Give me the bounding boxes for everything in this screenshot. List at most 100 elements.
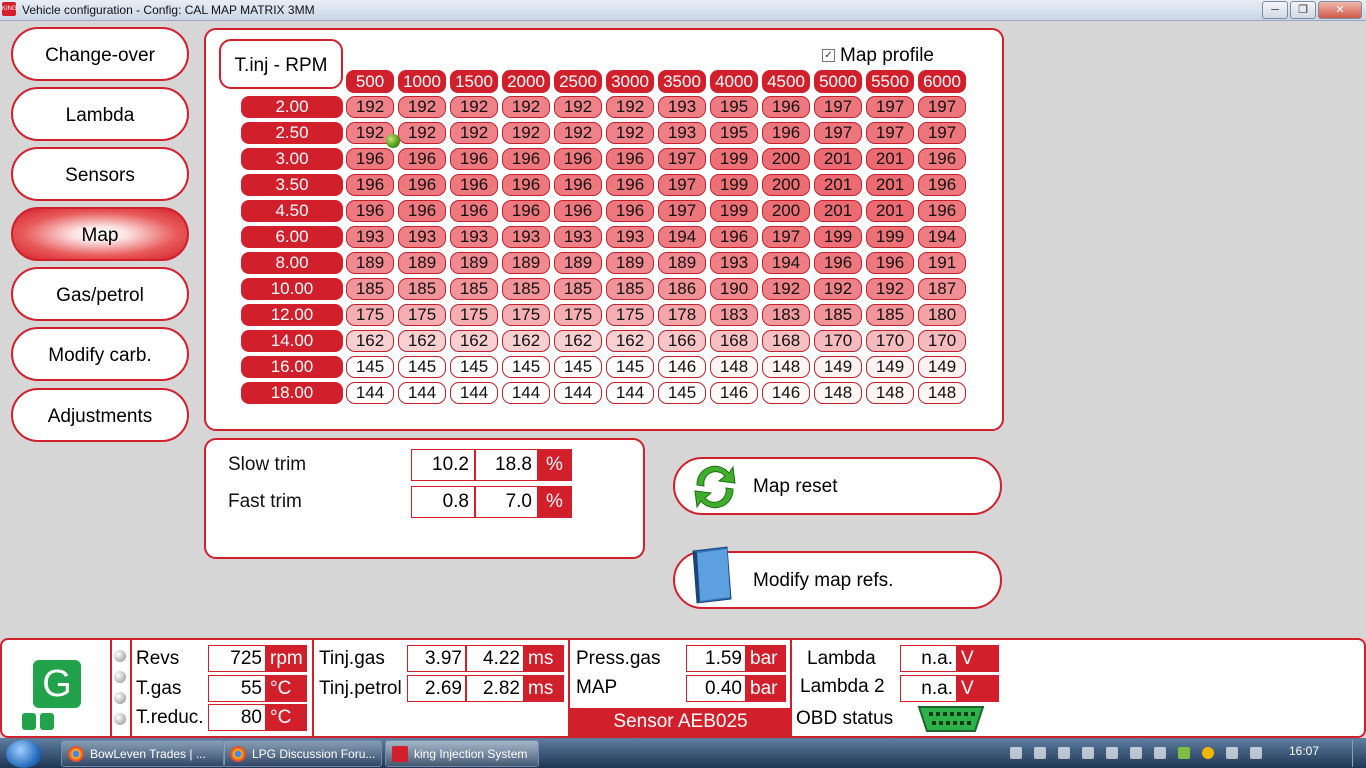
map-cell[interactable]: 183 xyxy=(710,304,758,326)
map-cell[interactable]: 201 xyxy=(866,200,914,222)
map-cell[interactable]: 145 xyxy=(658,382,706,404)
map-cell[interactable]: 148 xyxy=(814,382,862,404)
nav-change-over-button[interactable]: Change-over xyxy=(11,27,189,81)
map-cell[interactable]: 193 xyxy=(658,122,706,144)
map-cursor-marker[interactable] xyxy=(386,134,400,148)
map-cell[interactable]: 196 xyxy=(554,200,602,222)
map-cell[interactable]: 193 xyxy=(606,226,654,248)
map-cell[interactable]: 189 xyxy=(346,252,394,274)
minimize-button[interactable]: ─ xyxy=(1262,1,1288,19)
map-cell[interactable]: 185 xyxy=(398,278,446,300)
map-cell[interactable]: 192 xyxy=(346,96,394,118)
show-desktop-button[interactable] xyxy=(1352,740,1365,767)
map-cell[interactable]: 193 xyxy=(554,226,602,248)
tray-icon[interactable] xyxy=(1058,747,1070,759)
map-cell[interactable]: 196 xyxy=(450,148,498,170)
map-cell[interactable]: 197 xyxy=(814,96,862,118)
map-cell[interactable]: 192 xyxy=(450,96,498,118)
map-cell[interactable]: 192 xyxy=(762,278,810,300)
nav-modify-carb-button[interactable]: Modify carb. xyxy=(11,327,189,381)
map-cell[interactable]: 192 xyxy=(606,122,654,144)
map-cell[interactable]: 192 xyxy=(502,122,550,144)
map-cell[interactable]: 175 xyxy=(554,304,602,326)
map-cell[interactable]: 189 xyxy=(450,252,498,274)
map-cell[interactable]: 162 xyxy=(450,330,498,352)
map-cell[interactable]: 197 xyxy=(762,226,810,248)
map-cell[interactable]: 193 xyxy=(398,226,446,248)
map-cell[interactable]: 196 xyxy=(502,148,550,170)
map-cell[interactable]: 187 xyxy=(918,278,966,300)
map-cell[interactable]: 189 xyxy=(502,252,550,274)
map-cell[interactable]: 162 xyxy=(398,330,446,352)
map-cell[interactable]: 192 xyxy=(398,122,446,144)
map-cell[interactable]: 162 xyxy=(554,330,602,352)
map-cell[interactable]: 194 xyxy=(918,226,966,248)
map-cell[interactable]: 185 xyxy=(450,278,498,300)
map-cell[interactable]: 168 xyxy=(762,330,810,352)
tray-icon[interactable] xyxy=(1034,747,1046,759)
map-cell[interactable]: 170 xyxy=(866,330,914,352)
map-cell[interactable]: 193 xyxy=(658,96,706,118)
map-cell[interactable]: 196 xyxy=(398,174,446,196)
map-cell[interactable]: 162 xyxy=(606,330,654,352)
map-cell[interactable]: 201 xyxy=(814,174,862,196)
map-cell[interactable]: 189 xyxy=(658,252,706,274)
tray-icon[interactable] xyxy=(1082,747,1094,759)
nav-sensors-button[interactable]: Sensors xyxy=(11,147,189,201)
map-cell[interactable]: 145 xyxy=(502,356,550,378)
modify-map-refs-button[interactable]: Modify map refs. xyxy=(673,546,1002,609)
map-cell[interactable]: 196 xyxy=(918,148,966,170)
map-cell[interactable]: 197 xyxy=(658,200,706,222)
map-cell[interactable]: 145 xyxy=(554,356,602,378)
map-cell[interactable]: 201 xyxy=(866,174,914,196)
map-cell[interactable]: 148 xyxy=(710,356,758,378)
map-cell[interactable]: 144 xyxy=(398,382,446,404)
map-cell[interactable]: 144 xyxy=(346,382,394,404)
map-cell[interactable]: 185 xyxy=(502,278,550,300)
map-cell[interactable]: 192 xyxy=(814,278,862,300)
map-cell[interactable]: 146 xyxy=(658,356,706,378)
tray-icon[interactable] xyxy=(1178,747,1190,759)
nav-gas-petrol-button[interactable]: Gas/petrol xyxy=(11,267,189,321)
nav-lambda-button[interactable]: Lambda xyxy=(11,87,189,141)
map-cell[interactable]: 192 xyxy=(450,122,498,144)
map-cell[interactable]: 193 xyxy=(710,252,758,274)
map-cell[interactable]: 195 xyxy=(710,122,758,144)
map-cell[interactable]: 196 xyxy=(398,200,446,222)
map-cell[interactable]: 196 xyxy=(346,200,394,222)
map-cell[interactable]: 199 xyxy=(710,148,758,170)
map-cell[interactable]: 145 xyxy=(606,356,654,378)
map-cell[interactable]: 192 xyxy=(606,96,654,118)
map-cell[interactable]: 144 xyxy=(554,382,602,404)
map-cell[interactable]: 196 xyxy=(346,148,394,170)
action-center-icon[interactable] xyxy=(1250,747,1262,759)
map-cell[interactable]: 192 xyxy=(866,278,914,300)
map-cell[interactable]: 146 xyxy=(710,382,758,404)
map-cell[interactable]: 194 xyxy=(658,226,706,248)
map-cell[interactable]: 145 xyxy=(346,356,394,378)
map-cell[interactable]: 200 xyxy=(762,174,810,196)
map-cell[interactable]: 196 xyxy=(502,174,550,196)
map-cell[interactable]: 170 xyxy=(814,330,862,352)
map-cell[interactable]: 189 xyxy=(606,252,654,274)
map-cell[interactable]: 201 xyxy=(866,148,914,170)
map-cell[interactable]: 148 xyxy=(918,382,966,404)
map-cell[interactable]: 148 xyxy=(762,356,810,378)
map-cell[interactable]: 196 xyxy=(346,174,394,196)
map-reset-button[interactable]: Map reset xyxy=(673,457,1002,515)
map-cell[interactable]: 192 xyxy=(554,122,602,144)
map-cell[interactable]: 162 xyxy=(346,330,394,352)
map-cell[interactable]: 192 xyxy=(554,96,602,118)
map-cell[interactable]: 193 xyxy=(502,226,550,248)
map-cell[interactable]: 196 xyxy=(762,122,810,144)
map-cell[interactable]: 196 xyxy=(398,148,446,170)
map-cell[interactable]: 196 xyxy=(918,174,966,196)
map-cell[interactable]: 175 xyxy=(502,304,550,326)
map-cell[interactable]: 185 xyxy=(606,278,654,300)
tray-icon[interactable] xyxy=(1130,747,1142,759)
tray-icon[interactable] xyxy=(1202,747,1214,759)
map-cell[interactable]: 144 xyxy=(606,382,654,404)
map-cell[interactable]: 196 xyxy=(866,252,914,274)
map-cell[interactable]: 162 xyxy=(502,330,550,352)
map-cell[interactable]: 146 xyxy=(762,382,810,404)
